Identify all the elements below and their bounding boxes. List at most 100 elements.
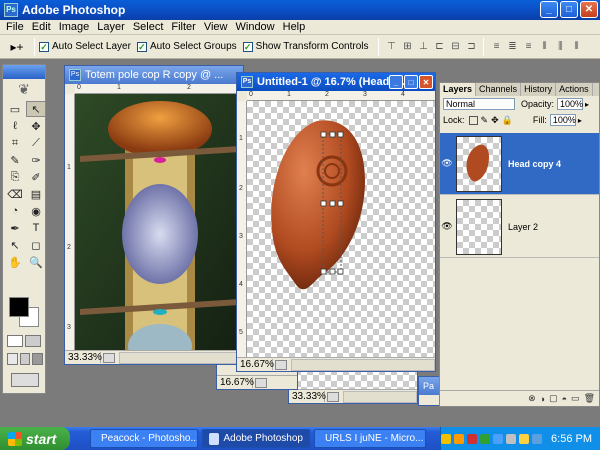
menu-window[interactable]: Window xyxy=(232,21,279,33)
menu-edit[interactable]: Edit xyxy=(28,21,55,33)
menu-filter[interactable]: Filter xyxy=(167,21,199,33)
status-menu-icon[interactable] xyxy=(327,391,339,402)
tab-layers[interactable]: Layers xyxy=(440,83,477,96)
layer-name[interactable]: Head copy 4 xyxy=(508,159,561,169)
align-hcenter-icon[interactable]: ⊟ xyxy=(448,40,462,54)
tray-icon[interactable] xyxy=(480,433,491,444)
restore-button[interactable]: □ xyxy=(560,1,578,18)
status-menu-icon[interactable] xyxy=(103,352,115,363)
tray-icon[interactable] xyxy=(441,433,452,444)
blend-mode-select[interactable]: Normal xyxy=(443,98,515,110)
document-window-totem[interactable]: Ps Totem pole cop R copy @ ... 0 1 2 1 2… xyxy=(64,65,244,365)
document-titlebar[interactable]: Ps Untitled-1 @ 16.7% (Head c... _ □ ✕ xyxy=(237,73,435,91)
jump-to-imageready-icon[interactable] xyxy=(11,373,39,387)
layer-row[interactable]: 👁 Layer 2 xyxy=(440,196,599,258)
distribute-right-icon[interactable]: ⫴ xyxy=(569,40,583,54)
history-brush-tool-icon[interactable]: ✐ xyxy=(26,169,46,185)
zoom-level[interactable]: 33.33% xyxy=(289,391,326,402)
gradient-tool-icon[interactable]: ▤ xyxy=(26,186,46,202)
canvas[interactable] xyxy=(247,101,435,357)
path-selection-tool-icon[interactable]: ↖ xyxy=(5,237,25,253)
adjustment-layer-icon[interactable]: ◓ xyxy=(562,394,567,404)
eye-icon[interactable]: 👁 xyxy=(440,158,454,169)
standard-mode-icon[interactable] xyxy=(7,335,23,347)
horizontal-scrollbar[interactable] xyxy=(119,351,243,364)
opacity-input[interactable]: 100% xyxy=(557,98,583,110)
tray-icon[interactable] xyxy=(454,433,465,444)
zoom-level[interactable]: 16.67% xyxy=(217,377,254,388)
tab-channels[interactable]: Channels xyxy=(476,83,522,96)
zoom-tool-icon[interactable]: 🔍 xyxy=(26,254,46,270)
lock-position-icon[interactable]: ✥ xyxy=(491,115,499,126)
align-left-icon[interactable]: ⊏ xyxy=(432,40,446,54)
link-layers-icon[interactable]: ⊗ xyxy=(528,393,536,404)
minimize-button[interactable]: _ xyxy=(540,1,558,18)
toolbox-header[interactable] xyxy=(3,65,45,79)
tray-icon[interactable] xyxy=(519,433,530,444)
marquee-tool-icon[interactable]: ▭ xyxy=(5,101,25,117)
tray-icon[interactable] xyxy=(493,433,504,444)
move-tool-preset-icon[interactable]: ▸+ xyxy=(4,38,30,56)
close-button[interactable]: ✕ xyxy=(580,1,598,18)
start-button[interactable]: start xyxy=(0,427,70,450)
zoom-level[interactable]: 16.67% xyxy=(237,359,274,370)
opacity-arrow-icon[interactable]: ▸ xyxy=(585,100,589,109)
distribute-top-icon[interactable]: ≡ xyxy=(489,40,503,54)
clone-stamp-tool-icon[interactable]: ⎘ xyxy=(5,169,25,185)
zoom-level[interactable]: 33.33% xyxy=(65,352,102,363)
align-bottom-icon[interactable]: ⊥ xyxy=(416,40,430,54)
tray-icon[interactable] xyxy=(532,433,543,444)
distribute-left-icon[interactable]: ⫴ xyxy=(537,40,551,54)
screen-mode-full-icon[interactable] xyxy=(32,353,44,365)
horizontal-scrollbar[interactable] xyxy=(343,390,417,403)
menu-layer[interactable]: Layer xyxy=(93,21,129,33)
align-top-icon[interactable]: ⊤ xyxy=(384,40,398,54)
menu-image[interactable]: Image xyxy=(55,21,94,33)
lasso-tool-icon[interactable]: ℓ xyxy=(5,118,25,134)
canvas[interactable] xyxy=(289,369,417,389)
menu-select[interactable]: Select xyxy=(129,21,168,33)
screen-mode-menu-icon[interactable] xyxy=(19,353,31,365)
fill-input[interactable]: 100% xyxy=(549,114,576,126)
healing-brush-tool-icon[interactable]: ✎ xyxy=(5,152,25,168)
slice-tool-icon[interactable]: ⟋ xyxy=(26,135,46,151)
status-menu-icon[interactable] xyxy=(275,359,287,370)
tab-history[interactable]: History xyxy=(521,83,557,96)
taskbar-item-photoshop[interactable]: Adobe Photoshop xyxy=(202,429,310,448)
tray-icon[interactable] xyxy=(506,433,517,444)
horizontal-ruler[interactable]: 0 1 2 3 4 xyxy=(247,91,435,101)
dodge-tool-icon[interactable]: ◉ xyxy=(26,203,46,219)
lock-all-icon[interactable]: 🔒 xyxy=(502,115,513,126)
foreground-color-swatch[interactable] xyxy=(9,297,29,317)
layer-row[interactable]: 👁 Head copy 4 xyxy=(440,133,599,195)
tab-actions[interactable]: Actions xyxy=(556,83,593,96)
document-window-untitled[interactable]: Ps Untitled-1 @ 16.7% (Head c... _ □ ✕ 0… xyxy=(236,72,436,372)
quick-mask-icon[interactable] xyxy=(25,335,41,347)
align-vcenter-icon[interactable]: ⊞ xyxy=(400,40,414,54)
hand-tool-icon[interactable]: ✋ xyxy=(5,254,25,270)
trash-icon[interactable]: 🗑 xyxy=(584,393,595,404)
layer-style-icon[interactable]: ◑ xyxy=(540,394,545,404)
eraser-tool-icon[interactable]: ⌫ xyxy=(5,186,25,202)
menu-file[interactable]: File xyxy=(2,21,28,33)
doc-minimize-button[interactable]: _ xyxy=(389,75,403,89)
clock[interactable]: 6:56 PM xyxy=(551,433,592,445)
shape-tool-icon[interactable]: ◻ xyxy=(26,237,46,253)
distribute-vcenter-icon[interactable]: ≣ xyxy=(505,40,519,54)
vertical-ruler[interactable]: 1 2 3 4 5 xyxy=(237,101,247,357)
distribute-hcenter-icon[interactable]: ⫼ xyxy=(553,40,567,54)
magic-wand-tool-icon[interactable]: ✥ xyxy=(26,118,46,134)
align-right-icon[interactable]: ⊐ xyxy=(464,40,478,54)
move-tool-icon[interactable]: ↖ xyxy=(26,101,46,117)
lock-pixels-icon[interactable]: ✎ xyxy=(481,115,489,126)
horizontal-scrollbar[interactable] xyxy=(291,358,435,371)
crop-tool-icon[interactable]: ⌗ xyxy=(5,135,25,151)
brush-tool-icon[interactable]: ✑ xyxy=(26,152,46,168)
feather-icon[interactable]: ❦ xyxy=(3,79,45,99)
taskbar-item-peacock[interactable]: Peacock - Photosho... xyxy=(90,429,198,448)
status-menu-icon[interactable] xyxy=(255,377,267,388)
doc-maximize-button[interactable]: □ xyxy=(404,75,418,89)
eye-icon[interactable]: 👁 xyxy=(440,221,454,232)
lock-transparency-icon[interactable] xyxy=(468,115,478,125)
show-transform-controls-checkbox[interactable]: ✓ Show Transform Controls xyxy=(242,41,368,52)
